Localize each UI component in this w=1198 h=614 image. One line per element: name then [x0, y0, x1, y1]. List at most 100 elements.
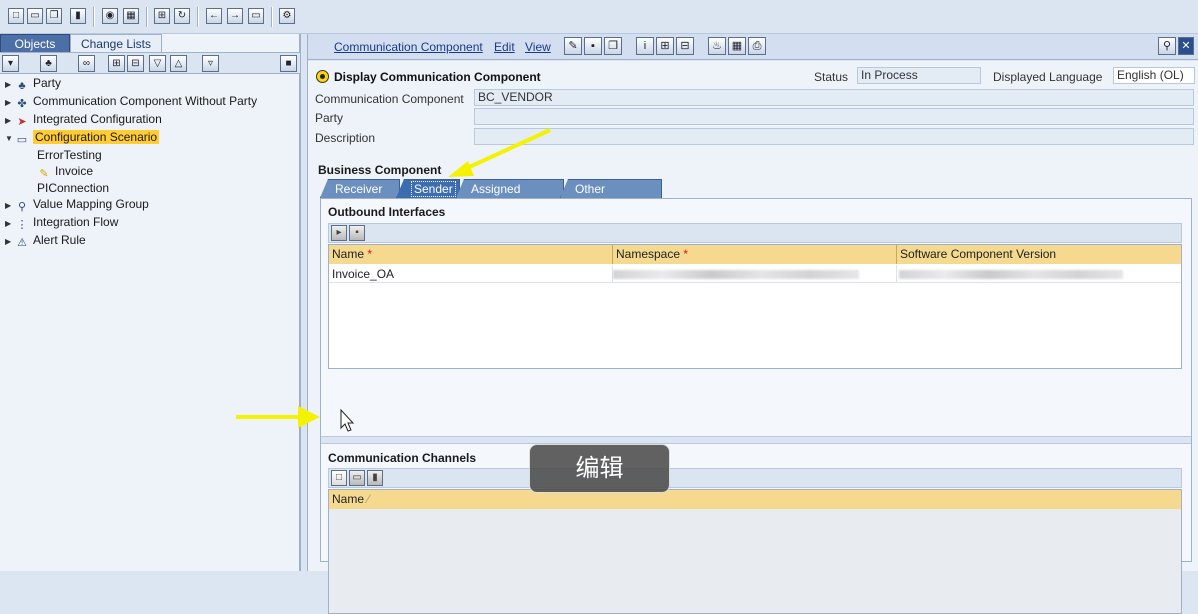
expand-arrow-icon[interactable]: ▶: [5, 112, 15, 129]
outbound-toolbar: ▸ ▪: [328, 223, 1182, 243]
refresh-icon[interactable]: ↻: [174, 8, 190, 24]
tree-item-label: Configuration Scenario: [33, 130, 160, 144]
tab-receiver[interactable]: Receiver: [320, 179, 400, 198]
compare-icon[interactable]: ▦: [123, 8, 139, 24]
cell-namespace[interactable]: [613, 265, 897, 283]
tree-item-label: Value Mapping Group: [33, 197, 149, 211]
tree-item-integrated-configuration[interactable]: ▶ ➤ Integrated Configuration: [5, 111, 162, 128]
edit-caption-overlay: 编辑: [529, 444, 670, 493]
print-icon[interactable]: ⎙: [748, 37, 766, 55]
edit-icon: ✎: [39, 168, 49, 180]
column-header-channel-name[interactable]: Name ⁄: [329, 490, 1181, 509]
tree-item-label: Integration Flow: [33, 215, 119, 229]
binoculars-icon[interactable]: ∞: [78, 55, 95, 72]
tab-sender[interactable]: Sender: [396, 179, 460, 198]
cell-name[interactable]: Invoice_OA: [329, 265, 613, 283]
alert-rule-icon: ⚠: [17, 237, 27, 249]
status-field: In Process: [857, 67, 981, 84]
insert-row-icon[interactable]: ▸: [331, 225, 347, 241]
tree-item-integration-flow[interactable]: ▶ ⋮ Integration Flow: [5, 214, 118, 231]
integration-flow-icon: ⋮: [16, 219, 28, 231]
outbound-interfaces-table: Name * Namespace * Software Component Ve…: [328, 244, 1182, 369]
menu-communication-component[interactable]: Communication Component: [334, 40, 483, 54]
tree-item-label: PIConnection: [37, 181, 110, 195]
component-field: BC_VENDOR: [474, 89, 1194, 106]
save-icon[interactable]: ▪: [584, 37, 602, 55]
language-select[interactable]: English (OL): [1113, 67, 1195, 84]
editor-body: Display Communication Component Status I…: [308, 61, 1198, 614]
settings-icon[interactable]: ⚙: [279, 8, 295, 24]
expand-arrow-icon[interactable]: ▶: [5, 197, 15, 214]
column-label: Name: [332, 247, 365, 261]
section-splitter[interactable]: [321, 436, 1191, 444]
pin-icon[interactable]: ⚲: [1158, 37, 1176, 55]
tab-objects[interactable]: Objects: [0, 34, 70, 52]
value-mapping-icon: ⚲: [17, 201, 27, 213]
expand-arrow-icon[interactable]: ▶: [5, 94, 15, 111]
expand-icon[interactable]: ⊞: [108, 55, 125, 72]
blurred-redaction: [613, 270, 859, 279]
column-header-namespace[interactable]: Namespace *: [613, 245, 897, 264]
new-icon[interactable]: □: [8, 8, 24, 24]
tab-assigned-users[interactable]: Assigned Users: [456, 179, 564, 198]
column-label: Name: [332, 492, 365, 506]
expand-arrow-icon[interactable]: ▶: [5, 215, 15, 232]
close-icon[interactable]: ✕: [1178, 37, 1194, 55]
view-dropdown-icon[interactable]: ▾: [2, 55, 19, 72]
hierarchy-icon[interactable]: ⊞: [154, 8, 170, 24]
references-icon[interactable]: ⊟: [676, 37, 694, 55]
info-icon[interactable]: i: [636, 37, 654, 55]
party-field: [474, 108, 1194, 125]
sort-up-icon[interactable]: △: [170, 55, 187, 72]
open-folder-icon[interactable]: ▭: [349, 470, 365, 486]
tree-item-party[interactable]: ▶ ♣ Party: [5, 75, 61, 92]
tree-item-configuration-scenario[interactable]: ▼ ▭ Configuration Scenario: [5, 129, 160, 147]
main-toolbar: □ ▭ ❐ ▮ ◉ ▦ ⊞ ↻ ← → ▭ ⚙: [0, 0, 1198, 34]
copy-object-icon[interactable]: ❐: [604, 37, 622, 55]
party-icon: ♣: [18, 80, 26, 92]
tab-change-lists[interactable]: Change Lists: [70, 34, 162, 52]
collapse-arrow-icon[interactable]: ▼: [5, 130, 15, 147]
expand-arrow-icon[interactable]: ▶: [5, 233, 15, 250]
back-icon[interactable]: ←: [206, 8, 222, 24]
column-header-software-component-version[interactable]: Software Component Version: [897, 245, 1181, 264]
history-icon[interactable]: ♨: [708, 37, 726, 55]
pane-splitter[interactable]: [300, 34, 308, 571]
description-field: [474, 128, 1194, 145]
edit-pencil-icon[interactable]: ✎: [564, 37, 582, 55]
menu-edit[interactable]: Edit: [494, 40, 515, 54]
menu-view[interactable]: View: [525, 40, 551, 54]
display-mode-icon: [316, 70, 329, 83]
table-icon[interactable]: ▦: [728, 37, 746, 55]
window-icon[interactable]: ▭: [248, 8, 264, 24]
communication-channels-table: Name ⁄: [328, 489, 1182, 614]
delete-icon[interactable]: ▮: [70, 8, 86, 24]
column-header-name[interactable]: Name *: [329, 245, 613, 264]
status-label: Status: [814, 70, 849, 84]
trash-icon[interactable]: ▮: [367, 470, 383, 486]
forward-icon[interactable]: →: [227, 8, 243, 24]
description-label: Description: [315, 131, 376, 145]
tab-label: Sender: [411, 181, 456, 197]
open-icon[interactable]: ▭: [27, 8, 43, 24]
tab-other-attributes[interactable]: Other Attributes: [560, 179, 662, 198]
party-filter-icon[interactable]: ♣: [40, 55, 57, 72]
tree-item-value-mapping-group[interactable]: ▶ ⚲ Value Mapping Group: [5, 196, 149, 213]
sort-down-icon[interactable]: ▽: [149, 55, 166, 72]
tree-item-errortesting[interactable]: ErrorTesting: [37, 147, 102, 164]
tree-item-invoice[interactable]: ✎ Invoice: [37, 163, 93, 180]
expand-arrow-icon[interactable]: ▶: [5, 76, 15, 93]
filter-icon[interactable]: ▿: [202, 55, 219, 72]
tree-item-alert-rule[interactable]: ▶ ⚠ Alert Rule: [5, 232, 86, 249]
pane-menu-icon[interactable]: ■: [280, 55, 297, 72]
copy-icon[interactable]: ❐: [46, 8, 62, 24]
delete-row-icon[interactable]: ▪: [349, 225, 365, 241]
cell-software-component-version[interactable]: [897, 265, 1181, 283]
display-icon[interactable]: ◉: [102, 8, 118, 24]
tree-item-piconnection[interactable]: PIConnection: [37, 180, 109, 197]
new-document-icon[interactable]: □: [331, 470, 347, 486]
where-used-icon[interactable]: ⊞: [656, 37, 674, 55]
collapse-icon[interactable]: ⊟: [127, 55, 144, 72]
tree-item-component-without-party[interactable]: ▶ ✤ Communication Component Without Party: [5, 93, 257, 110]
communication-channels-title: Communication Channels: [328, 451, 477, 465]
